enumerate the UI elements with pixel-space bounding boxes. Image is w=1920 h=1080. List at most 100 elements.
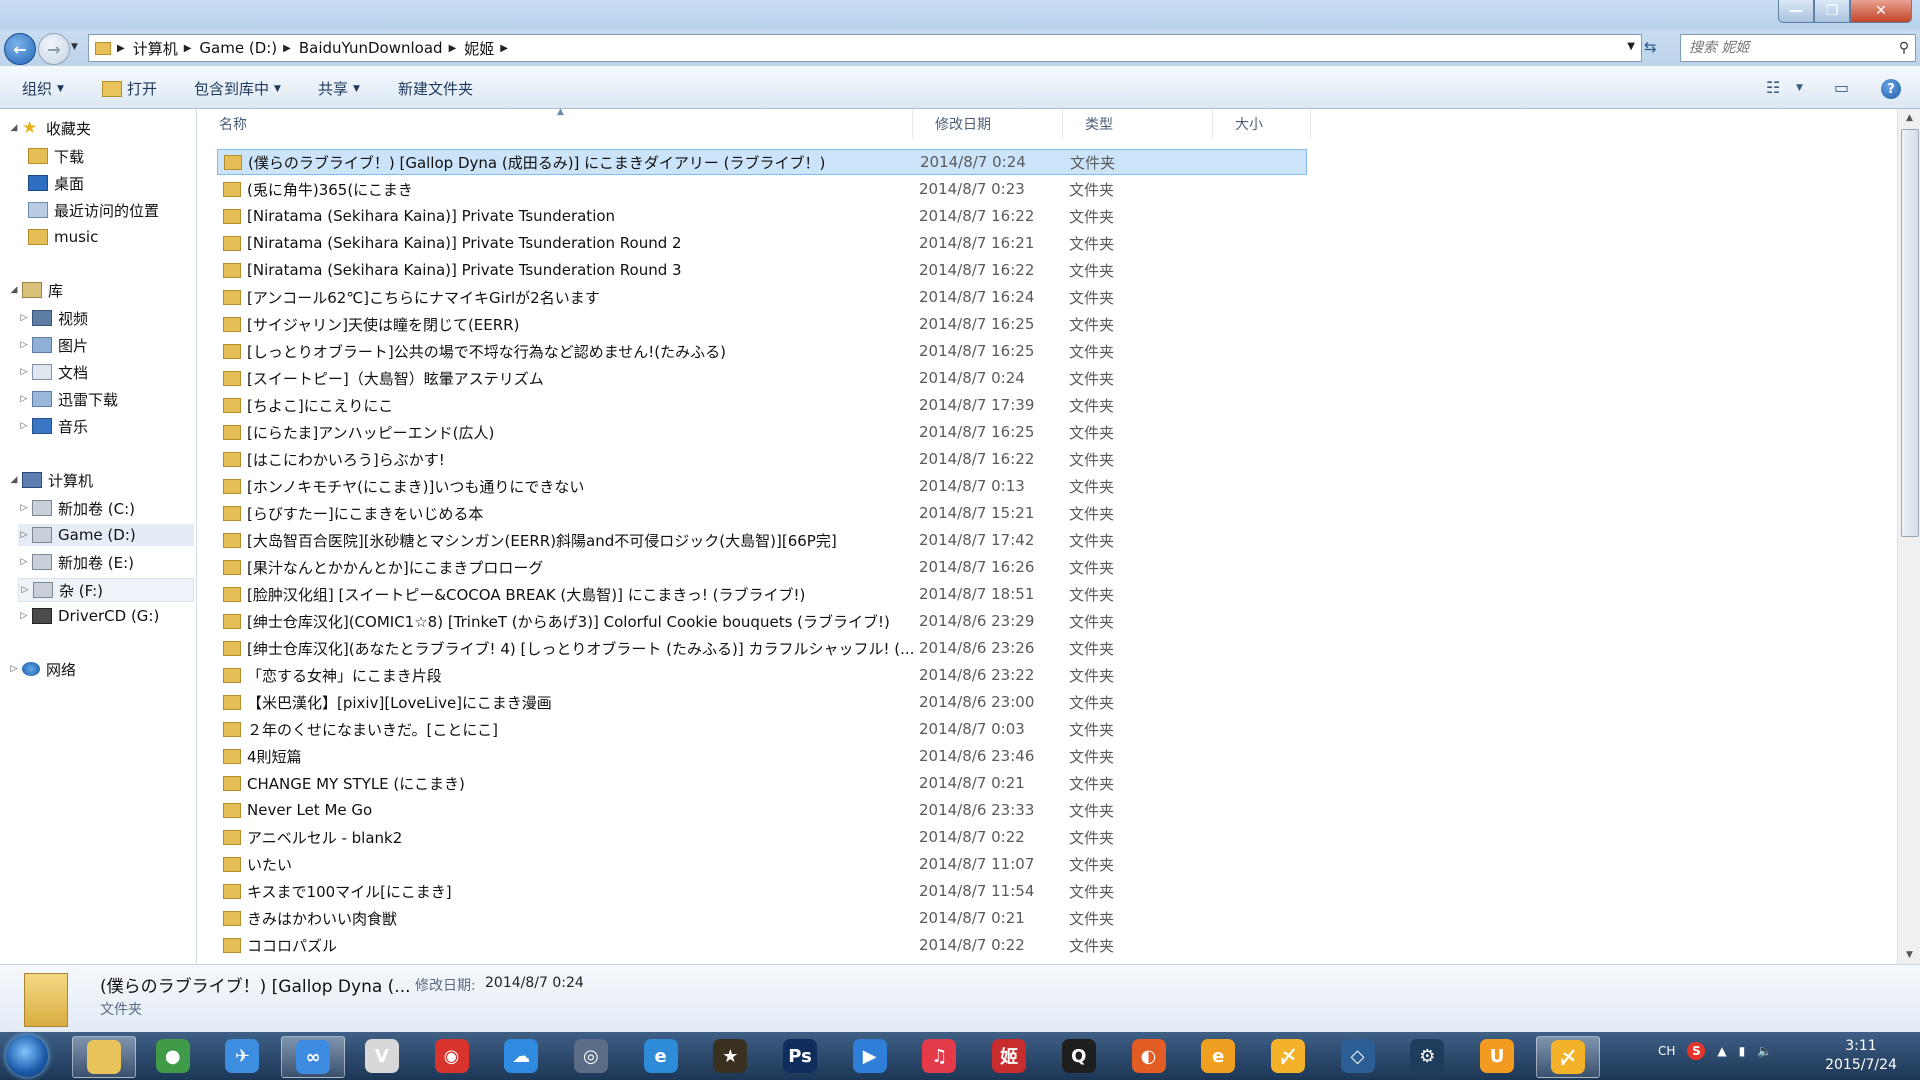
nav-drive-g[interactable]: ▷ DriverCD (G:) (18, 605, 160, 627)
taskbar-app-firefox[interactable]: ◐ (1118, 1036, 1180, 1076)
preview-pane-icon[interactable]: ▭ (1834, 78, 1849, 97)
input-language[interactable]: CH (1658, 1044, 1675, 1058)
nav-drive-f[interactable]: ▷ 杂 (F:) (18, 578, 194, 602)
nav-drive-d[interactable]: ▷ Game (D:) (18, 524, 194, 546)
file-row[interactable]: [Niratama (Sekihara Kaina)] Private Tsun… (217, 257, 1307, 283)
file-row[interactable]: ココロパズル 2014/8/7 0:22 文件夹 (217, 932, 1307, 958)
close-button[interactable]: ✕ (1850, 0, 1912, 23)
minimize-button[interactable]: — (1778, 0, 1814, 23)
recent-pages-dropdown[interactable]: ▼ (71, 42, 78, 52)
nav-music-favorite[interactable]: music (26, 226, 98, 248)
expand-arrow-icon[interactable]: ▷ (18, 421, 30, 431)
nav-recent-places[interactable]: 最近访问的位置 (26, 199, 159, 221)
file-row[interactable]: [脸肿汉化组] [スイートピー&COCOA BREAK (大島智)] にこまきっ… (217, 581, 1307, 607)
taskbar-app-gamepad[interactable]: ◎ (560, 1036, 622, 1076)
expand-arrow-icon[interactable]: ▷ (18, 313, 30, 323)
breadcrumb-current-folder[interactable]: 妮姬 (464, 38, 494, 59)
start-button[interactable] (6, 1035, 48, 1077)
file-row[interactable]: [Niratama (Sekihara Kaina)] Private Tsun… (217, 203, 1307, 229)
taskbar-app-photoshop[interactable]: Ps (769, 1036, 831, 1076)
expand-arrow-icon[interactable]: ▷ (18, 611, 30, 621)
file-row[interactable]: [绅士仓库汉化](COMIC1☆8) [TrinkeT (からあげ3)] Col… (217, 608, 1307, 634)
nav-pictures[interactable]: ▷ 图片 (18, 334, 88, 356)
taskbar-app-feather-app[interactable]: 〆 (1257, 1036, 1319, 1076)
file-row[interactable]: [はこにわかいろう]らぶかす! 2014/8/7 16:22 文件夹 (217, 446, 1307, 472)
expand-arrow-icon[interactable]: ▷ (18, 530, 30, 540)
file-row[interactable]: [しっとりオブラート]公共の場で不埒な行為など認めません!(たみふる) 2014/… (217, 338, 1307, 364)
search-box[interactable]: ⚲ (1680, 34, 1916, 62)
file-row[interactable]: [大岛智百合医院][氷砂糖とマシンガン(EERR)斜陽and不可侵ロジック(大島… (217, 527, 1307, 553)
expand-arrow-icon[interactable]: ▷ (8, 664, 20, 674)
file-row[interactable]: キスまで100マイル[にこまき] 2014/8/7 11:54 文件夹 (217, 878, 1307, 904)
file-row[interactable]: CHANGE MY STYLE (にこまき) 2014/8/7 0:21 文件夹 (217, 770, 1307, 796)
file-row[interactable]: (僕らのラブライブ！) [Gallop Dyna (成田るみ)] にこまきダイア… (217, 149, 1307, 175)
maximize-button[interactable]: ❐ (1814, 0, 1850, 23)
file-row[interactable]: いたい 2014/8/7 11:07 文件夹 (217, 851, 1307, 877)
show-hidden-icons-icon[interactable]: ▲ (1717, 1044, 1726, 1058)
new-folder-button[interactable]: 新建文件夹 (398, 78, 473, 99)
expand-arrow-icon[interactable]: ▷ (18, 503, 30, 513)
taskbar-app-game-app[interactable]: 姬 (978, 1036, 1040, 1076)
back-button[interactable]: ← (4, 33, 36, 65)
file-row[interactable]: きみはかわいい肉食獣 2014/8/7 0:21 文件夹 (217, 905, 1307, 931)
breadcrumb-arrow-icon[interactable]: ▶ (117, 43, 125, 54)
refresh-icon[interactable]: ⇆ (1644, 38, 1657, 56)
collapse-arrow-icon[interactable]: ◢ (8, 123, 20, 133)
taskbar-app-game-logo[interactable]: ★ (699, 1036, 761, 1076)
view-options-icon[interactable]: ☷ (1766, 78, 1780, 97)
nav-videos[interactable]: ▷ 视频 (18, 307, 88, 329)
collapse-arrow-icon[interactable]: ◢ (8, 475, 20, 485)
scroll-up-icon[interactable]: ▲ (1898, 109, 1920, 127)
clock[interactable]: 3:11 2015/7/24 (1820, 1037, 1902, 1075)
address-dropdown-icon[interactable]: ▼ (1627, 41, 1635, 52)
taskbar-app-uc-browser[interactable]: U (1466, 1036, 1528, 1076)
forward-button[interactable]: → (38, 33, 70, 65)
view-dropdown-icon[interactable]: ▼ (1796, 83, 1803, 93)
taskbar-app-steam[interactable]: ⚙ (1396, 1036, 1458, 1076)
taskbar-app-media-player[interactable]: ▶ (839, 1036, 901, 1076)
nav-drive-e[interactable]: ▷ 新加卷 (E:) (18, 551, 134, 573)
expand-arrow-icon[interactable]: ▷ (18, 557, 30, 567)
taskbar-app-feather-app-2[interactable]: 〆 (1535, 1036, 1600, 1078)
file-row[interactable]: [Niratama (Sekihara Kaina)] Private Tsun… (217, 230, 1307, 256)
nav-computer[interactable]: ◢ 计算机 (8, 469, 93, 491)
sogou-ime-icon[interactable]: S (1687, 1042, 1706, 1060)
breadcrumb-computer[interactable]: 计算机 (133, 38, 178, 59)
taskbar-app-fox[interactable]: V (351, 1036, 413, 1076)
expand-arrow-icon[interactable]: ▷ (18, 394, 30, 404)
expand-arrow-icon[interactable]: ▷ (18, 340, 30, 350)
file-row[interactable]: ２年のくせになまいきだ。[ことにこ] 2014/8/7 0:03 文件夹 (217, 716, 1307, 742)
taskbar-app-browser[interactable]: e (630, 1036, 692, 1076)
file-row[interactable]: Never Let Me Go 2014/8/6 23:33 文件夹 (217, 797, 1307, 823)
file-row[interactable]: [ちよこ]にこえりにこ 2014/8/7 17:39 文件夹 (217, 392, 1307, 418)
column-header-type[interactable]: 类型 (1063, 109, 1213, 139)
taskbar-app-explorer[interactable] (72, 1036, 136, 1078)
file-row[interactable]: [らびすたー]にこまきをいじめる本 2014/8/7 15:21 文件夹 (217, 500, 1307, 526)
file-row[interactable]: [果汁なんとかかんとか]にこまきプロローグ 2014/8/7 16:26 文件夹 (217, 554, 1307, 580)
expand-arrow-icon[interactable]: ▷ (19, 585, 31, 595)
taskbar-app-cloud-sync[interactable]: ∞ (281, 1036, 346, 1078)
taskbar-app-mail[interactable]: ✈ (211, 1036, 273, 1076)
taskbar-app-itunes[interactable]: ♫ (908, 1036, 970, 1076)
file-row[interactable]: [アンコール62℃]こちらにナマイキGirlが2名います 2014/8/7 16:… (217, 284, 1307, 310)
nav-documents[interactable]: ▷ 文档 (18, 361, 88, 383)
file-row[interactable]: アニベルセル - blank2 2014/8/7 0:22 文件夹 (217, 824, 1307, 850)
scrollbar-thumb[interactable] (1901, 129, 1919, 537)
nav-libraries[interactable]: ◢ 库 (8, 279, 63, 301)
collapse-arrow-icon[interactable]: ◢ (8, 285, 20, 295)
breadcrumb-arrow-icon[interactable]: ▶ (449, 43, 457, 54)
file-row[interactable]: 【米巴漢化】[pixiv][LoveLive]にこまき漫画 2014/8/6 23… (217, 689, 1307, 715)
taskbar-app-game-launcher[interactable]: ◇ (1327, 1036, 1389, 1076)
nav-network[interactable]: ▷ 网络 (8, 658, 76, 680)
taskbar-app-netease-music[interactable]: ◉ (421, 1036, 483, 1076)
file-row[interactable]: [绅士仓库汉化](あなたとラブライブ! 4) [しっとりオブラート (たみふる)… (217, 635, 1307, 661)
nav-favorites[interactable]: ◢ ★ 收藏夹 (8, 117, 91, 139)
search-icon[interactable]: ⚲ (1893, 40, 1915, 56)
breadcrumb-drive-d[interactable]: Game (D:) (199, 39, 277, 57)
nav-downloads[interactable]: 下载 (26, 145, 84, 167)
breadcrumb-arrow-icon[interactable]: ▶ (283, 43, 291, 54)
nav-desktop[interactable]: 桌面 (26, 172, 84, 194)
taskbar-app-qq[interactable]: Q (1048, 1036, 1110, 1076)
taskbar-app-chrome[interactable]: ● (142, 1036, 204, 1076)
organize-menu[interactable]: 组织 ▼ (22, 78, 64, 99)
